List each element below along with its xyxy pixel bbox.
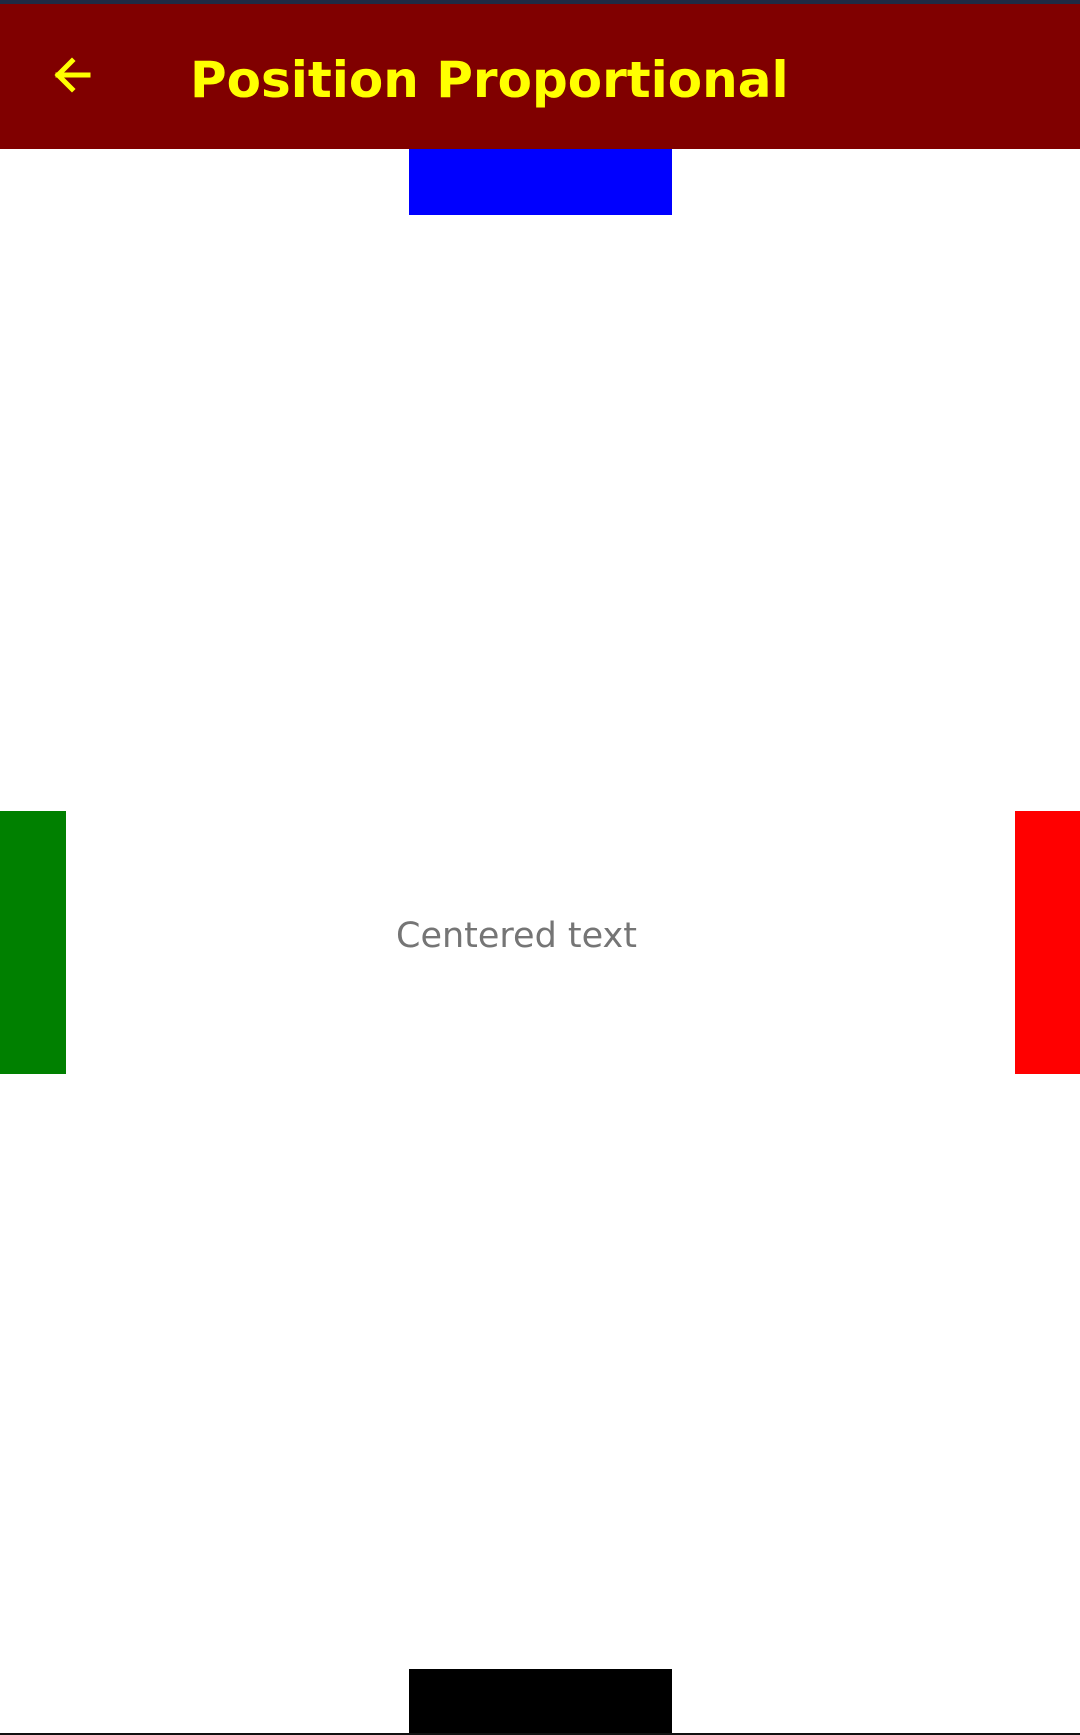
proportional-layout: Centered text [0,149,1080,1735]
centered-text: Centered text [396,916,637,956]
blue-top-box [409,149,672,215]
back-button[interactable] [28,31,116,119]
arrow-left-icon [48,51,96,99]
green-left-box [0,811,66,1074]
black-bottom-box [409,1669,672,1735]
red-right-box [1015,811,1080,1074]
app-bar: Position Proportional [0,4,1080,149]
page-title: Position Proportional [190,51,789,109]
screen: Position Proportional Centered text [0,0,1080,1735]
